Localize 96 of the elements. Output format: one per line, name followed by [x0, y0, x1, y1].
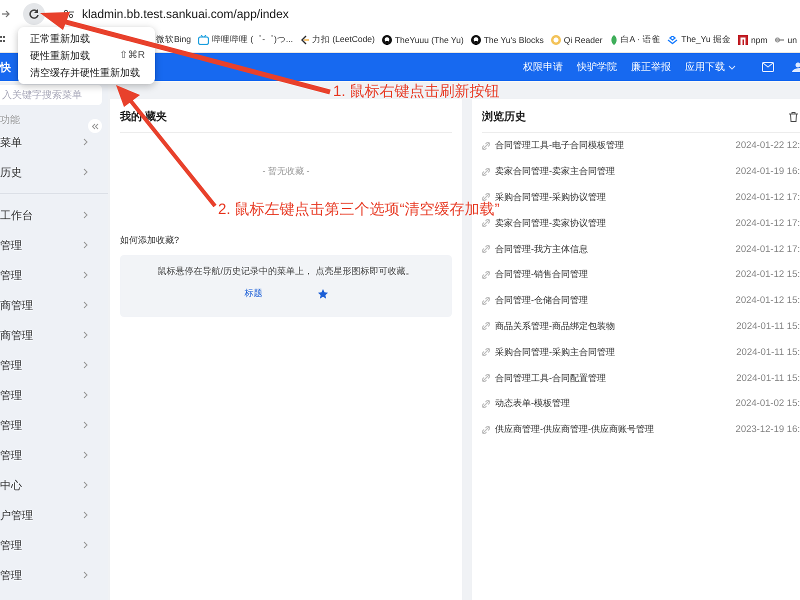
tv-icon [198, 35, 210, 45]
sidebar-item[interactable]: 管理 [0, 230, 108, 260]
trash-icon[interactable] [789, 112, 798, 122]
chevron-icon[interactable] [83, 168, 88, 176]
sidebar-item[interactable]: 管理 [0, 560, 108, 590]
chevron-icon[interactable] [83, 211, 88, 219]
sidebar-item[interactable]: 商管理 [0, 320, 108, 350]
history-link[interactable]: 合同管理-我方主体信息 [495, 242, 588, 256]
sidebar-item[interactable]: 管理 [0, 260, 108, 290]
bookmark-item[interactable]: The Yu's Blocks [470, 34, 544, 46]
chevron-icon[interactable] [83, 571, 88, 579]
apps-icon[interactable] [0, 35, 6, 45]
bookmark-item[interactable]: 哔哩哔哩 (゜-゜)つ... [198, 34, 293, 46]
chevron-icon[interactable] [83, 301, 88, 309]
history-time: 2024-01-12 17: [736, 244, 800, 255]
bracket-icon [300, 35, 309, 45]
help-text: 鼠标悬停在导航/历史记录中的菜单上， 点亮星形图标即可收藏。 [157, 265, 414, 278]
star-icon [318, 288, 328, 298]
ring-icon [550, 35, 561, 45]
double-chevron-icon[interactable] [91, 122, 99, 130]
chevron-icon[interactable] [83, 331, 88, 339]
sidebar-item[interactable]: 管理 [0, 530, 108, 560]
history-time: 2024-01-02 15: [736, 398, 800, 410]
history-time: 2024-01-19 16: [736, 166, 800, 178]
npm-icon [738, 35, 748, 45]
header-link[interactable]: 权限申请 [523, 60, 563, 74]
sidebar-item[interactable]: 管理 [0, 380, 108, 410]
sidebar-item[interactable]: 中心 [0, 470, 108, 500]
bookmark-item[interactable]: npm [738, 34, 768, 46]
history-time: 2024-01-22 12: [736, 140, 800, 152]
history-link[interactable]: 供应商管理-供应商管理-供应商账号管理 [495, 423, 654, 436]
menu-item[interactable]: 正常重新加载 [18, 30, 155, 47]
bookmark-item[interactable]: 微软Bing [156, 34, 192, 46]
annotation-text: 2. 鼠标左键点击第三个选项“清空缓存加载” [218, 201, 500, 218]
address-text[interactable]: kladmin.bb.test.sankuai.com/app/index [82, 7, 289, 21]
bookmark-item[interactable]: Qi Reader [550, 34, 603, 46]
sidebar-item[interactable]: 历史 [0, 157, 108, 187]
history-link[interactable]: 合同管理-销售合同管理 [495, 268, 588, 282]
history-time: 2024-01-11 15: [736, 346, 800, 358]
history-time: 2024-01-11 15: [736, 320, 800, 332]
header-link[interactable]: 快驴学院 [577, 60, 617, 74]
reload-icon[interactable] [28, 8, 40, 20]
chevron-icon[interactable] [83, 421, 88, 429]
leaf-icon [610, 35, 618, 45]
collapse-button[interactable] [88, 119, 102, 133]
chevron-icon[interactable] [83, 481, 88, 489]
bookmark-item[interactable]: The_Yu 掘金 [667, 34, 731, 46]
chevron-icon[interactable] [83, 361, 88, 369]
sidebar-item[interactable]: 管理 [0, 410, 108, 440]
history-link[interactable]: 合同管理工具-电子合同模板管理 [495, 139, 624, 152]
chevron-icon[interactable] [83, 511, 88, 519]
chevron-icon[interactable] [83, 241, 88, 249]
history-time: 2024-01-11 15: [736, 372, 800, 384]
history-link[interactable]: 合同管理-仓储合同管理 [495, 294, 588, 308]
sidebar-item[interactable]: 菜单 [0, 127, 108, 157]
history-link[interactable]: 动态表单-模板管理 [495, 397, 570, 410]
chevron-icon[interactable] [83, 271, 88, 279]
sidebar-item[interactable]: 管理 [0, 350, 108, 380]
sidebar-item[interactable]: 商管理 [0, 290, 108, 320]
section-label: 功能 [0, 114, 20, 127]
panel-title: 浏览历史 [482, 110, 526, 124]
reload-button[interactable] [23, 3, 45, 25]
history-time: 2024-01-12 15: [736, 295, 800, 306]
history-time: 2024-01-12 17: [736, 218, 800, 229]
sidebar-item[interactable]: 管理 [0, 440, 108, 470]
chevron-icon[interactable] [83, 138, 88, 146]
chevron-icon[interactable] [83, 391, 88, 399]
history-link[interactable]: 商品关系管理-商品绑定包装物 [495, 320, 615, 333]
history-link[interactable]: 卖家合同管理-卖家协议管理 [495, 216, 606, 230]
help-title: 如何添加收藏? [120, 234, 180, 247]
history-link[interactable]: 采购合同管理-采购主合同管理 [495, 346, 615, 359]
mail-icon[interactable] [762, 62, 774, 72]
history-time: 2023-12-19 16: [736, 424, 800, 436]
sidebar-item[interactable]: 工作台 [0, 200, 108, 230]
bookmark-item[interactable]: un [774, 34, 797, 46]
history-link[interactable]: 卖家合同管理-卖家主合同管理 [495, 165, 615, 178]
bookmark-item[interactable]: 白A · 语雀 [610, 34, 660, 46]
bookmark-item[interactable]: 力扣 (LeetCode) [300, 34, 375, 46]
annotation-text: 1. 鼠标右键点击刷新按钮 [333, 82, 500, 101]
caret-icon[interactable] [728, 64, 736, 70]
history-link[interactable]: 采购合同管理-采购协议管理 [495, 190, 606, 204]
bookmark-item[interactable]: TheYuuu (The Yu) [382, 34, 464, 46]
chevron-icon[interactable] [83, 451, 88, 459]
header-dropdown[interactable]: 应用下载 [685, 60, 736, 74]
menu-item[interactable]: 硬性重新加载 ⇧⌘R [18, 47, 155, 64]
history-time: 2024-01-12 15: [736, 269, 800, 280]
diamond-icon [667, 36, 678, 44]
header-link[interactable]: 廉正举报 [631, 60, 671, 74]
empty-message: - 暂无收藏 - [262, 165, 310, 178]
history-link[interactable]: 合同管理工具-合同配置管理 [495, 372, 606, 385]
chevron-icon[interactable] [83, 541, 88, 549]
forward-icon[interactable] [2, 9, 10, 19]
history-time: 2024-01-12 17: [736, 192, 800, 203]
user-icon[interactable] [792, 62, 800, 72]
menu-item[interactable]: 清空缓存并硬性重新加载 [18, 64, 155, 81]
sidebar-item[interactable]: 户管理 [0, 500, 108, 530]
